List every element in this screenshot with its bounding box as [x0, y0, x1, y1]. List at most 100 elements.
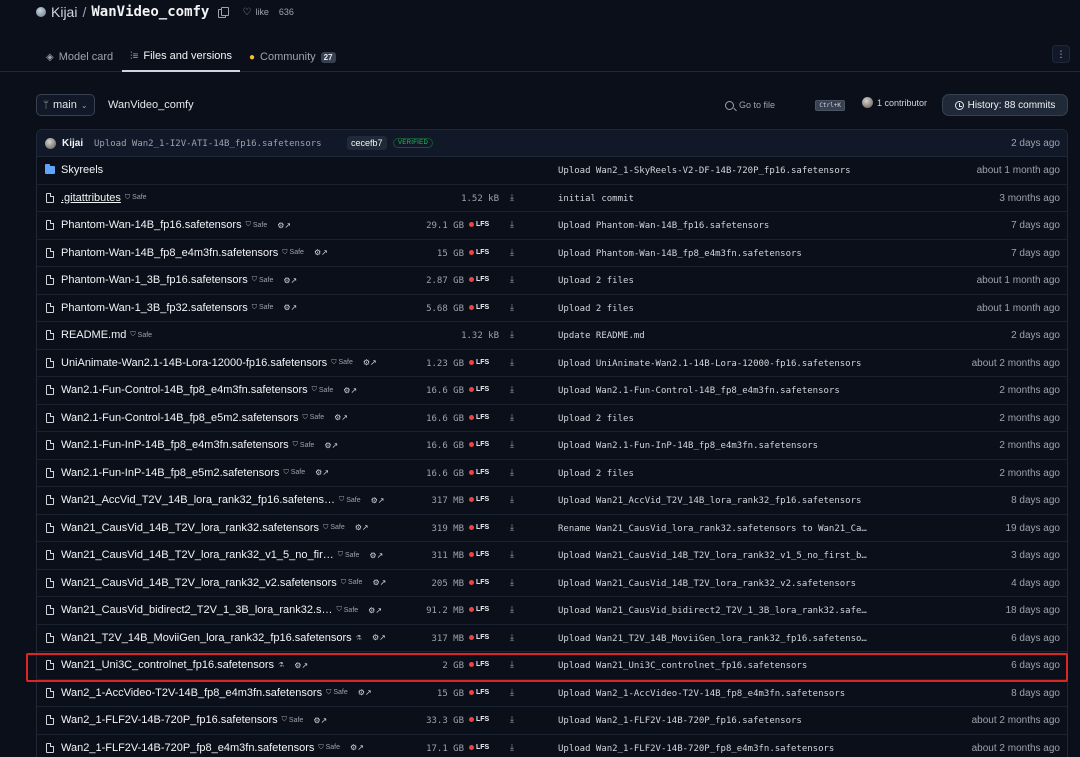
safe-badge[interactable]: ⛉ Safe [339, 496, 361, 504]
download-icon[interactable]: ⤓ [510, 467, 514, 478]
file-name-link[interactable]: Wan21_T2V_14B_MoviiGen_lora_rank32_fp16.… [61, 632, 352, 644]
pickle-scan-icon[interactable]: ⚗ [356, 634, 362, 642]
row-commit-message[interactable]: Upload Wan21_CausVid_14B_T2V_lora_rank32… [558, 579, 856, 589]
tab-community[interactable]: ● Community 27 [241, 42, 344, 72]
file-name-link[interactable]: Wan2_1-AccVideo-T2V-14B_fp8_e4m3fn.safet… [61, 687, 322, 699]
file-name-link[interactable]: Wan21_AccVid_T2V_14B_lora_rank32_fp16.sa… [61, 494, 335, 506]
author-avatar[interactable] [45, 138, 56, 149]
row-commit-message[interactable]: Upload 2 files [558, 304, 634, 314]
commit-author[interactable]: Kijai [62, 138, 83, 149]
safe-badge[interactable]: ⛉ Safe [293, 441, 315, 449]
file-name-link[interactable]: .gitattributes [61, 192, 121, 204]
go-to-file-input[interactable] [739, 100, 809, 110]
safe-badge[interactable]: ⛉ Safe [331, 359, 353, 367]
file-row[interactable]: Wan2_1-FLF2V-14B-720P_fp8_e4m3fn.safeten… [37, 735, 1067, 757]
file-row[interactable]: Phantom-Wan-14B_fp16.safetensors ⛉ Safe ⚙↗ 2… [37, 212, 1067, 240]
file-tools-icon[interactable]: ⚙↗ [358, 688, 372, 697]
file-tools-icon[interactable]: ⚙↗ [277, 221, 291, 230]
safe-badge[interactable]: ⛉ Safe [130, 331, 152, 339]
file-tools-icon[interactable]: ⚙↗ [315, 468, 329, 477]
row-commit-message[interactable]: Upload Phantom-Wan-14B_fp16.safetensors [558, 221, 769, 231]
safe-badge[interactable]: ⛉ Safe [125, 194, 147, 202]
like-button[interactable]: ♡ like 636 [242, 7, 294, 18]
file-tools-icon[interactable]: ⚙↗ [314, 248, 328, 257]
download-icon[interactable]: ⤓ [510, 549, 514, 560]
download-icon[interactable]: ⤓ [510, 632, 514, 643]
safe-badge[interactable]: ⛉ Safe [318, 744, 340, 752]
file-row[interactable]: Wan2_1-AccVideo-T2V-14B_fp8_e4m3fn.safet… [37, 680, 1067, 707]
row-commit-message[interactable]: Upload 2 files [558, 469, 634, 479]
row-commit-message[interactable]: Upload UniAnimate-Wan2.1-14B-Lora-12000-… [558, 359, 861, 369]
row-commit-message[interactable]: Upload 2 files [558, 276, 634, 286]
file-tools-icon[interactable]: ⚙↗ [343, 386, 357, 395]
safe-badge[interactable]: ⛉ Safe [252, 304, 274, 312]
row-commit-message[interactable]: Upload Wan2.1-Fun-InP-14B_fp8_e4m3fn.saf… [558, 441, 818, 451]
row-commit-message[interactable]: Update README.md [558, 331, 645, 341]
file-tools-icon[interactable]: ⚙↗ [294, 661, 308, 670]
file-tools-icon[interactable]: ⚙↗ [369, 551, 383, 560]
file-name-link[interactable]: Wan2_1-FLF2V-14B-720P_fp16.safetensors [61, 714, 278, 726]
file-row[interactable]: Phantom-Wan-1_3B_fp16.safetensors ⛉ Safe ⚙↗… [37, 267, 1067, 295]
row-commit-message[interactable]: Upload 2 files [558, 414, 634, 424]
file-tools-icon[interactable]: ⚙↗ [350, 743, 364, 752]
download-icon[interactable]: ⤓ [510, 412, 514, 423]
file-row[interactable]: Wan21_CausVid_14B_T2V_lora_rank32_v2.saf… [37, 570, 1067, 597]
download-icon[interactable]: ⤓ [510, 577, 514, 588]
tab-files-and-versions[interactable]: ⫶≡ Files and versions [122, 42, 240, 72]
file-row[interactable]: Wan21_CausVid_bidirect2_T2V_1_3B_lora_ra… [37, 597, 1067, 625]
row-commit-message[interactable]: Upload Wan2_1-AccVideo-T2V-14B_fp8_e4m3f… [558, 689, 845, 699]
file-row[interactable]: Wan2_1-FLF2V-14B-720P_fp16.safetensors ⛉ S… [37, 707, 1067, 735]
file-tools-icon[interactable]: ⚙↗ [334, 413, 348, 422]
row-commit-message[interactable]: Upload Wan21_Uni3C_controlnet_fp16.safet… [558, 661, 807, 671]
download-icon[interactable]: ⤓ [510, 302, 514, 313]
pickle-scan-icon[interactable]: ⚗ [278, 661, 284, 669]
file-name-link[interactable]: Wan21_CausVid_bidirect2_T2V_1_3B_lora_ra… [61, 604, 333, 616]
file-row[interactable]: Wan21_Uni3C_controlnet_fp16.safetensors ⚗… [37, 652, 1067, 680]
row-commit-message[interactable]: Upload Wan2_1-FLF2V-14B-720P_fp8_e4m3fn.… [558, 744, 834, 754]
file-tools-icon[interactable]: ⚙↗ [355, 523, 369, 532]
commit-sha[interactable]: cecefb7 [347, 136, 387, 150]
file-row[interactable]: Wan2.1-Fun-InP-14B_fp8_e4m3fn.safetensor… [37, 432, 1067, 460]
breadcrumb-repo[interactable]: WanVideo_comfy [108, 99, 194, 111]
download-icon[interactable]: ⤓ [510, 384, 514, 395]
file-name-link[interactable]: Wan21_CausVid_14B_T2V_lora_rank32.safete… [61, 522, 319, 534]
file-row[interactable]: Wan2.1-Fun-Control-14B_fp8_e5m2.safetens… [37, 405, 1067, 432]
row-commit-message[interactable]: Upload Wan21_AccVid_T2V_14B_lora_rank32_… [558, 496, 861, 506]
safe-badge[interactable]: ⛉ Safe [312, 386, 334, 394]
download-icon[interactable]: ⤓ [510, 494, 514, 505]
safe-badge[interactable]: ⛉ Safe [341, 579, 363, 587]
file-row[interactable]: Wan21_T2V_14B_MoviiGen_lora_rank32_fp16.… [37, 625, 1067, 652]
row-commit-message[interactable]: Upload Wan21_T2V_14B_MoviiGen_lora_rank3… [558, 634, 867, 644]
safe-badge[interactable]: ⛉ Safe [302, 414, 324, 422]
file-row[interactable]: Phantom-Wan-14B_fp8_e4m3fn.safetensors ⛉ S… [37, 240, 1067, 267]
row-commit-message[interactable]: Upload Wan21_CausVid_14B_T2V_lora_rank32… [558, 551, 867, 561]
history-button[interactable]: History: 88 commits [942, 94, 1068, 116]
safe-badge[interactable]: ⛉ Safe [282, 249, 304, 257]
file-row[interactable]: UniAnimate-Wan2.1-14B-Lora-12000-fp16.sa… [37, 350, 1067, 377]
file-row[interactable]: Wan21_AccVid_T2V_14B_lora_rank32_fp16.sa… [37, 487, 1067, 515]
repo-name-link[interactable]: WanVideo_comfy [91, 4, 209, 20]
repo-owner-link[interactable]: Kijai [51, 4, 77, 20]
download-icon[interactable]: ⤓ [510, 219, 514, 230]
row-commit-message[interactable]: Upload Wan2_1-FLF2V-14B-720P_fp16.safete… [558, 716, 802, 726]
file-tools-icon[interactable]: ⚙↗ [363, 358, 377, 367]
file-name-link[interactable]: Wan2_1-FLF2V-14B-720P_fp8_e4m3fn.safeten… [61, 742, 314, 754]
file-row[interactable]: Wan2.1-Fun-InP-14B_fp8_e5m2.safetensors ⛉… [37, 460, 1067, 487]
file-name-link[interactable]: README.md [61, 329, 126, 341]
download-icon[interactable]: ⤓ [510, 357, 514, 368]
safe-badge[interactable]: ⛉ Safe [246, 221, 268, 229]
download-icon[interactable]: ⤓ [510, 439, 514, 450]
go-to-file-search[interactable]: Ctrl+K [720, 95, 850, 115]
download-icon[interactable]: ⤓ [510, 329, 514, 340]
download-icon[interactable]: ⤓ [510, 742, 514, 753]
safe-badge[interactable]: ⛉ Safe [284, 469, 306, 477]
file-row[interactable]: Wan2.1-Fun-Control-14B_fp8_e4m3fn.safete… [37, 377, 1067, 405]
file-name-link[interactable]: Wan2.1-Fun-Control-14B_fp8_e5m2.safetens… [61, 412, 298, 424]
download-icon[interactable]: ⤓ [510, 714, 514, 725]
row-commit-message[interactable]: initial commit [558, 194, 634, 204]
file-name-link[interactable]: Skyreels [61, 164, 103, 176]
file-tools-icon[interactable]: ⚙↗ [324, 441, 338, 450]
more-options-button[interactable]: ⋮ [1052, 45, 1070, 63]
file-name-link[interactable]: Phantom-Wan-14B_fp8_e4m3fn.safetensors [61, 247, 278, 259]
contributors-link[interactable]: 1 contributor [862, 97, 927, 108]
